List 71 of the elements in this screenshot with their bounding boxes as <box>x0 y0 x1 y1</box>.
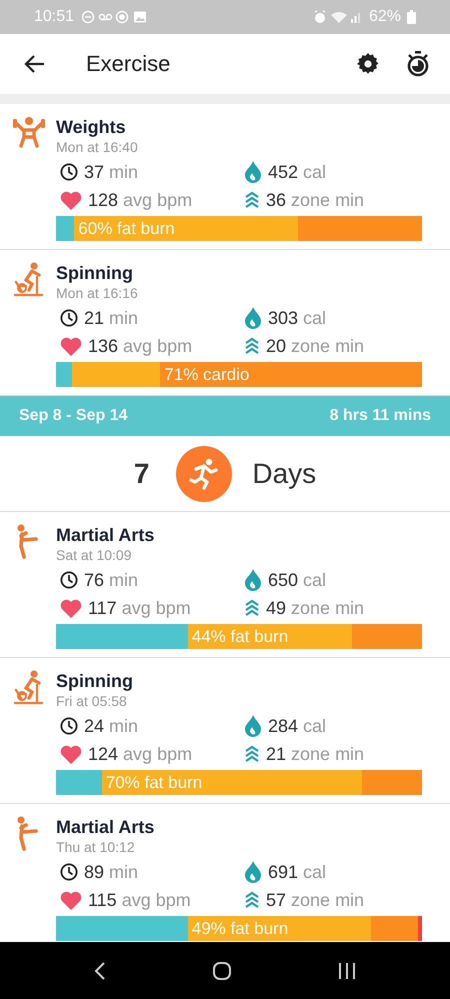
flame-icon <box>244 161 262 183</box>
duration-value: 76 min <box>84 570 138 590</box>
calories-value: 284 cal <box>268 716 326 736</box>
workout-time: Mon at 16:16 <box>56 284 139 302</box>
workout-name: Weights <box>56 116 127 138</box>
clock-icon <box>60 571 78 589</box>
zone-label: 49% fat burn <box>190 918 288 938</box>
zone-minutes-value: 49 zone min <box>266 598 364 618</box>
zone-minutes-value: 21 zone min <box>266 744 364 764</box>
workout-name: Martial Arts <box>56 816 156 838</box>
heart-rate-value: 115 avg bpm <box>88 890 191 910</box>
zone-label: 44% fat burn <box>190 626 288 646</box>
workout-time: Fri at 05:58 <box>56 692 128 710</box>
heart-icon <box>60 336 82 356</box>
duration-value: 21 min <box>84 308 138 328</box>
heart-icon <box>60 890 82 910</box>
calories-value: 691 cal <box>268 862 326 882</box>
flame-icon <box>244 715 262 737</box>
clock-icon <box>60 309 78 327</box>
workout-name: Spinning <box>56 262 134 284</box>
heart-rate-value: 124 avg bpm <box>88 744 192 764</box>
calories-value: 650 cal <box>268 570 326 590</box>
flame-icon <box>244 569 262 591</box>
cyclist-icon <box>12 262 46 298</box>
zone-chevrons-icon <box>244 337 260 355</box>
home-icon[interactable] <box>212 960 232 980</box>
calories-value: 303 cal <box>268 308 326 328</box>
zone-chevrons-icon <box>244 891 260 909</box>
days-label: Days <box>252 458 316 490</box>
heart-icon <box>60 598 82 618</box>
heart-icon <box>60 190 82 210</box>
zone-label: 60% fat burn <box>77 218 175 238</box>
days-count: 7 <box>134 458 150 490</box>
battery-percent: 62% <box>368 8 401 26</box>
status-icons-drawing <box>82 10 148 24</box>
clock-icon <box>60 163 78 181</box>
back-chevron-icon[interactable] <box>92 960 107 980</box>
zone-label: 70% fat burn <box>104 772 202 792</box>
clock-icon <box>60 863 78 881</box>
duration-value: 24 min <box>84 716 138 736</box>
zone-chevrons-icon <box>244 599 260 617</box>
zone-chevrons-icon <box>244 745 260 763</box>
zone-chevrons-icon <box>244 191 260 209</box>
flame-icon <box>244 861 262 883</box>
flame-icon <box>244 307 262 329</box>
workout-time: Sat at 10:09 <box>56 546 133 564</box>
zone-minutes-value: 57 zone min <box>266 890 364 910</box>
calories-value: 452 cal <box>268 162 326 182</box>
heart-rate-value: 117 avg bpm <box>88 598 191 618</box>
clock-icon <box>60 717 78 735</box>
heart-rate-value: 128 avg bpm <box>88 190 192 210</box>
recents-icon[interactable] <box>337 962 358 980</box>
page-title: Exercise <box>86 51 170 77</box>
zone-minutes-value: 36 zone min <box>266 190 364 210</box>
status-time: 10:51 <box>34 8 74 26</box>
duration-value: 89 min <box>84 862 138 882</box>
workout-time: Thu at 10:12 <box>56 838 136 856</box>
week-range: Sep 8 - Sep 14 <box>19 407 128 425</box>
heart-icon <box>60 744 82 764</box>
cyclist-icon <box>12 670 46 706</box>
workout-name: Martial Arts <box>56 524 156 546</box>
duration-value: 37 min <box>84 162 138 182</box>
heart-rate-value: 136 avg bpm <box>88 336 192 356</box>
workout-time: Mon at 16:40 <box>56 138 139 156</box>
runner-icon <box>176 446 232 502</box>
zone-label: 71% cardio <box>163 364 250 384</box>
status-icons-drawing <box>312 10 363 24</box>
zone-minutes-value: 20 zone min <box>266 336 364 356</box>
week-total: 8 hrs 11 mins <box>330 407 431 425</box>
battery-icon <box>407 10 416 24</box>
workout-name: Spinning <box>56 670 134 692</box>
